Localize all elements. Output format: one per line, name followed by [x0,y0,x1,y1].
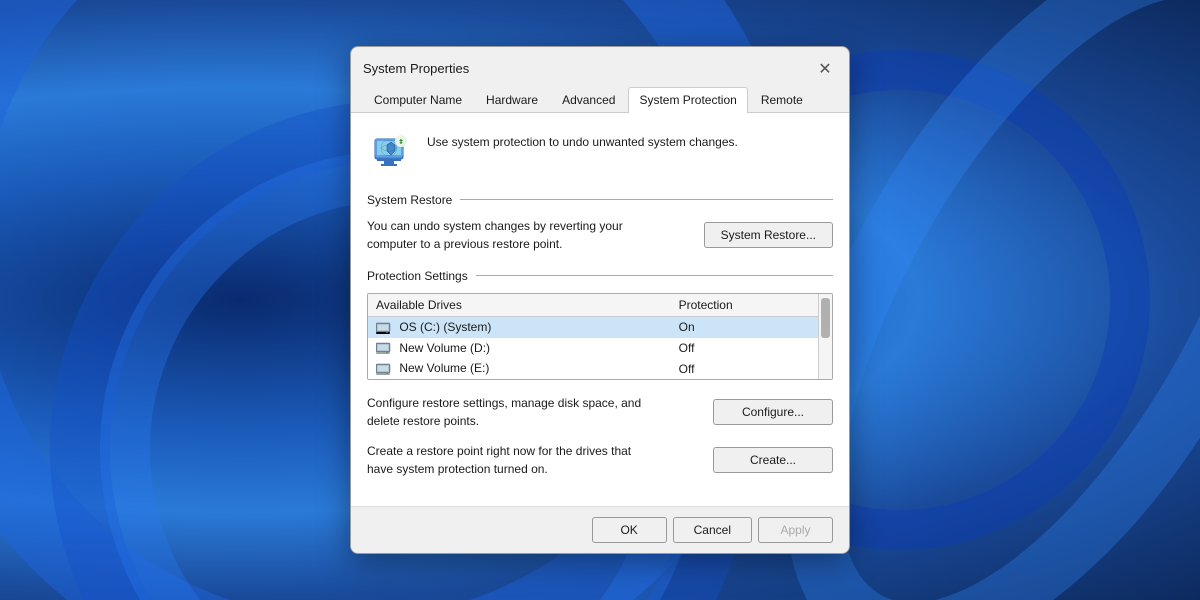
col-protection: Protection [671,294,832,317]
title-bar: System Properties ✕ [351,47,849,81]
drive-name-c: OS (C:) (System) [368,316,671,337]
scrollbar-thumb [821,298,830,338]
close-button[interactable]: ✕ [813,57,837,81]
col-available-drives: Available Drives [368,294,671,317]
tab-hardware[interactable]: Hardware [475,87,549,112]
tab-computer-name[interactable]: Computer Name [363,87,473,112]
configure-row: Configure restore settings, manage disk … [367,394,833,430]
dialog-overlay: System Properties ✕ Computer Name Hardwa… [0,0,1200,600]
system-restore-button[interactable]: System Restore... [704,222,833,248]
dialog-body: Use system protection to undo unwanted s… [351,113,849,506]
drive-name-d: New Volume (D:) [368,338,671,359]
configure-description: Configure restore settings, manage disk … [367,394,647,430]
protection-status-e: Off [671,358,832,379]
tabs-bar: Computer Name Hardware Advanced System P… [351,81,849,113]
restore-description: You can undo system changes by reverting… [367,217,627,253]
system-restore-divider: System Restore [367,193,833,207]
tab-advanced[interactable]: Advanced [551,87,626,112]
protection-settings-divider: Protection Settings [367,269,833,283]
drive-name-e: New Volume (E:) [368,358,671,379]
table-row[interactable]: OS (C:) (System) On [368,316,832,337]
create-button[interactable]: Create... [713,447,833,473]
protection-divider-line [476,275,833,276]
protection-settings-label: Protection Settings [367,269,468,283]
tab-system-protection[interactable]: System Protection [628,87,747,113]
tab-remote[interactable]: Remote [750,87,814,112]
shield-icon [367,129,415,177]
protection-status-c: On [671,316,832,337]
configure-button[interactable]: Configure... [713,399,833,425]
create-description: Create a restore point right now for the… [367,442,647,478]
apply-button[interactable]: Apply [758,517,833,543]
scrollbar[interactable] [818,294,832,379]
divider-line [460,199,833,200]
restore-section: You can undo system changes by reverting… [367,217,833,253]
system-properties-dialog: System Properties ✕ Computer Name Hardwa… [350,46,850,554]
drive-icon-d [376,341,392,355]
table-row[interactable]: New Volume (E:) Off [368,358,832,379]
system-restore-label: System Restore [367,193,452,207]
cancel-button[interactable]: Cancel [673,517,752,543]
create-row: Create a restore point right now for the… [367,442,833,478]
table-row[interactable]: New Volume (D:) Off [368,338,832,359]
protection-status-d: Off [671,338,832,359]
header-description: Use system protection to undo unwanted s… [427,129,738,151]
dialog-footer: OK Cancel Apply [351,506,849,553]
drive-icon-c [376,321,392,335]
drives-table-wrapper: Available Drives Protection [367,293,833,380]
ok-button[interactable]: OK [592,517,667,543]
header-section: Use system protection to undo unwanted s… [367,129,833,177]
dialog-title: System Properties [363,61,469,76]
drives-table: Available Drives Protection [368,294,832,379]
drive-icon-e [376,362,392,376]
